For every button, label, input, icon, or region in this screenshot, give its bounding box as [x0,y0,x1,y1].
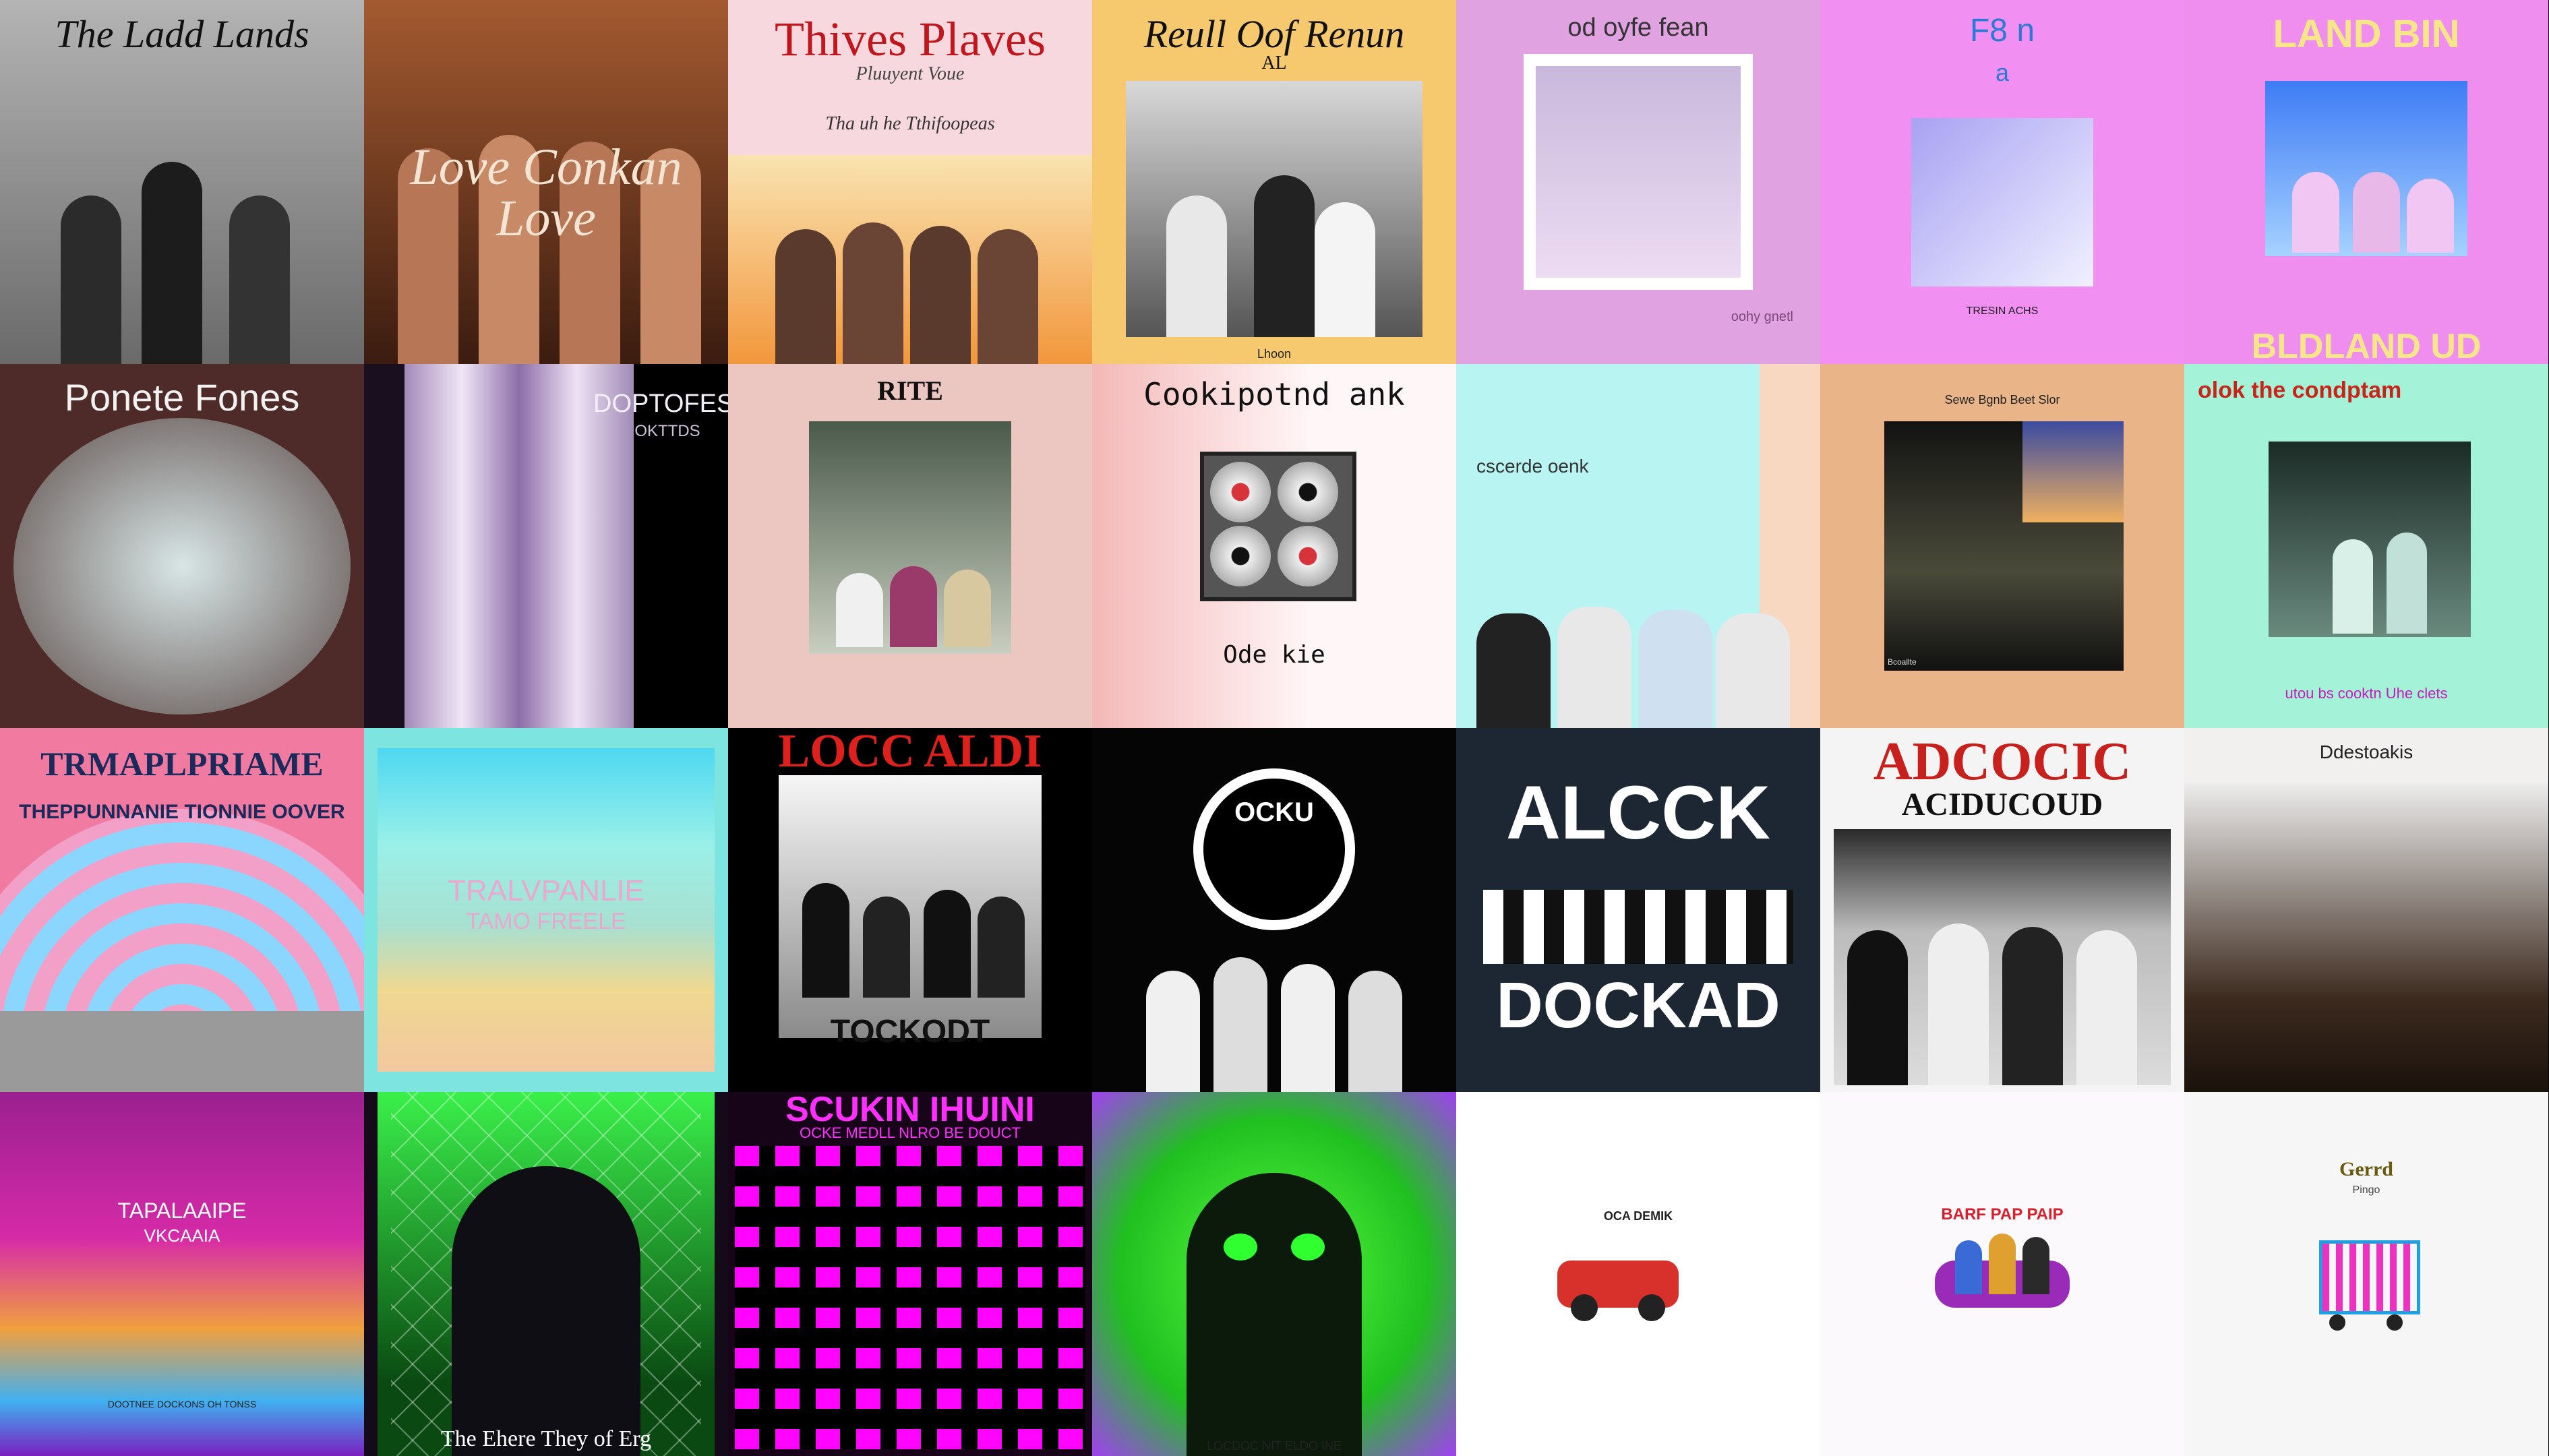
album-tagline: Bcoallte [1888,657,1917,667]
album-title: The Ladd Lands [55,12,309,56]
album-title: Gerrd [2339,1158,2393,1180]
album-subtitle: AL [1261,53,1287,73]
album-tagline: Tha uh he Tthifoopeas [825,113,995,134]
album-title: TRALVPANLIE [448,874,644,907]
album-title: OCKU [1234,797,1314,827]
album-subtitle: a [1995,59,2010,86]
album-cover-2: Love Conkan Love [364,0,728,364]
album-cover-grid: The Ladd Lands Love Conkan Love Thives P… [0,0,2549,1456]
album-title: Reull Oof Renun [1143,12,1405,56]
album-cover-14: olok the condptam utou bs cooktn Uhe cle… [2184,364,2548,728]
album-title: LAND BIN [2273,12,2460,56]
album-title: DOPTOFES [593,390,728,418]
album-cover-22: TAPALAAIPE VKCAAIA DOOTNEE DOCKONS OH TO… [0,1092,364,1456]
album-tagline: The Ehere They of Erg [440,1426,652,1451]
album-tagline: DOOTNEE DOCKONS OH TONSS [107,1399,257,1409]
album-cover-28: Gerrd Pingo [2184,1092,2548,1456]
album-cover-4: Reull Oof Renun AL Lhoon [1092,0,1456,364]
album-subtitle: VKCAAIA [144,1225,220,1246]
album-cover-5: od oyfe fean oohy gnetl [1456,0,1820,364]
album-cover-26: OCA DEMIK [1456,1092,1820,1456]
album-cover-16: TRALVPANLIE TAMO FREELE [364,728,728,1092]
album-subtitle: ACIDUCOUD [1901,787,2103,822]
album-subtitle: OCKE MEDLL NLRO BE DOUCT [799,1124,1021,1141]
album-title: olok the condptam [2198,377,2402,403]
album-cover-6: F8 n a TRESIN ACHS [1820,0,2184,364]
album-cover-1: The Ladd Lands [0,0,364,364]
album-title: F8 n [1969,13,2035,49]
album-title: ALCCK [1506,770,1770,855]
album-tagline: BLDLAND UD [2251,327,2482,364]
album-cover-24: SCUKIN IHUINI OCKE MEDLL NLRO BE DOUCT [728,1092,1092,1456]
album-cover-17: LOCC ALDI TOCKODT [728,728,1092,1092]
album-tagline: DOCKAD [1496,969,1780,1041]
album-title: Sewe Bgnb Beet Slor [1944,393,2060,406]
album-cover-10: RITE [728,364,1092,728]
album-tagline: TRESIN ACHS [1966,305,2039,317]
album-title: TAPALAAIPE [117,1199,247,1223]
album-cover-7: LAND BIN BLDLAND UD [2184,0,2548,364]
album-title: od oyfe fean [1567,13,1709,42]
album-cover-9: DOPTOFES OKTTDS [364,364,728,728]
album-subtitle: Pluuyent Voue [856,63,965,84]
album-title: BARF PAP PAIP [1941,1205,2064,1223]
album-subtitle: OKTTDS [634,422,700,440]
album-title: OCA DEMIK [1603,1209,1673,1223]
album-subtitle: TAMO FREELE [466,909,626,934]
album-title: Cookipotnd ank [1143,376,1405,413]
album-tagline: oohy gnetl [1731,309,1793,324]
album-tagline: TOCKODT [830,1014,990,1050]
album-cover-3: Thives Plaves Pluuyent Voue Tha uh he Tt… [728,0,1092,364]
album-cover-20: ADCOCIC ACIDUCOUD [1820,728,2184,1092]
album-title: SCUKIN IHUINI [785,1092,1035,1129]
album-cover-21: Ddestoakis [2184,728,2548,1092]
album-tagline: Lhoon [1257,347,1292,361]
album-cover-19: ALCCK DOCKAD [1456,728,1820,1092]
album-title: Ponete Fones [64,376,300,419]
album-cover-12: cscerde oenk [1456,364,1820,728]
album-title: LOCC ALDI [778,728,1042,777]
album-title: ADCOCIC [1873,732,2132,791]
album-subtitle: THEPPUNNANIE TIONNIE OOVER [19,801,345,823]
album-cover-13: Sewe Bgnb Beet Slor Bcoallte [1820,364,2184,728]
album-cover-8: Ponete Fones [0,364,364,728]
album-title: Thives Plaves [775,12,1046,66]
album-cover-11: Cookipotnd ank Ode kie [1092,364,1456,728]
album-cover-15: TRMAPLPRIAME THEPPUNNANIE TIONNIE OOVER [0,728,364,1092]
album-cover-18: OCKU [1092,728,1456,1092]
album-cover-23: The Ehere They of Erg [364,1092,728,1456]
album-subtitle: Pingo [2352,1184,2380,1196]
album-title: RITE [877,375,943,406]
album-cover-25: LOCDOC NIT ELDO INE [1092,1092,1456,1456]
album-tagline: utou bs cooktn Uhe clets [2285,685,2448,702]
album-tagline: LOCDOC NIT ELDO INE [1207,1439,1342,1453]
album-title: Ddestoakis [2319,741,2413,762]
album-cover-27: BARF PAP PAIP [1820,1092,2184,1456]
album-title: TRMAPLPRIAME [40,745,324,783]
album-tagline: Ode kie [1223,641,1325,669]
album-title: Love Conkan Love [410,139,682,247]
album-title: cscerde oenk [1476,456,1589,477]
